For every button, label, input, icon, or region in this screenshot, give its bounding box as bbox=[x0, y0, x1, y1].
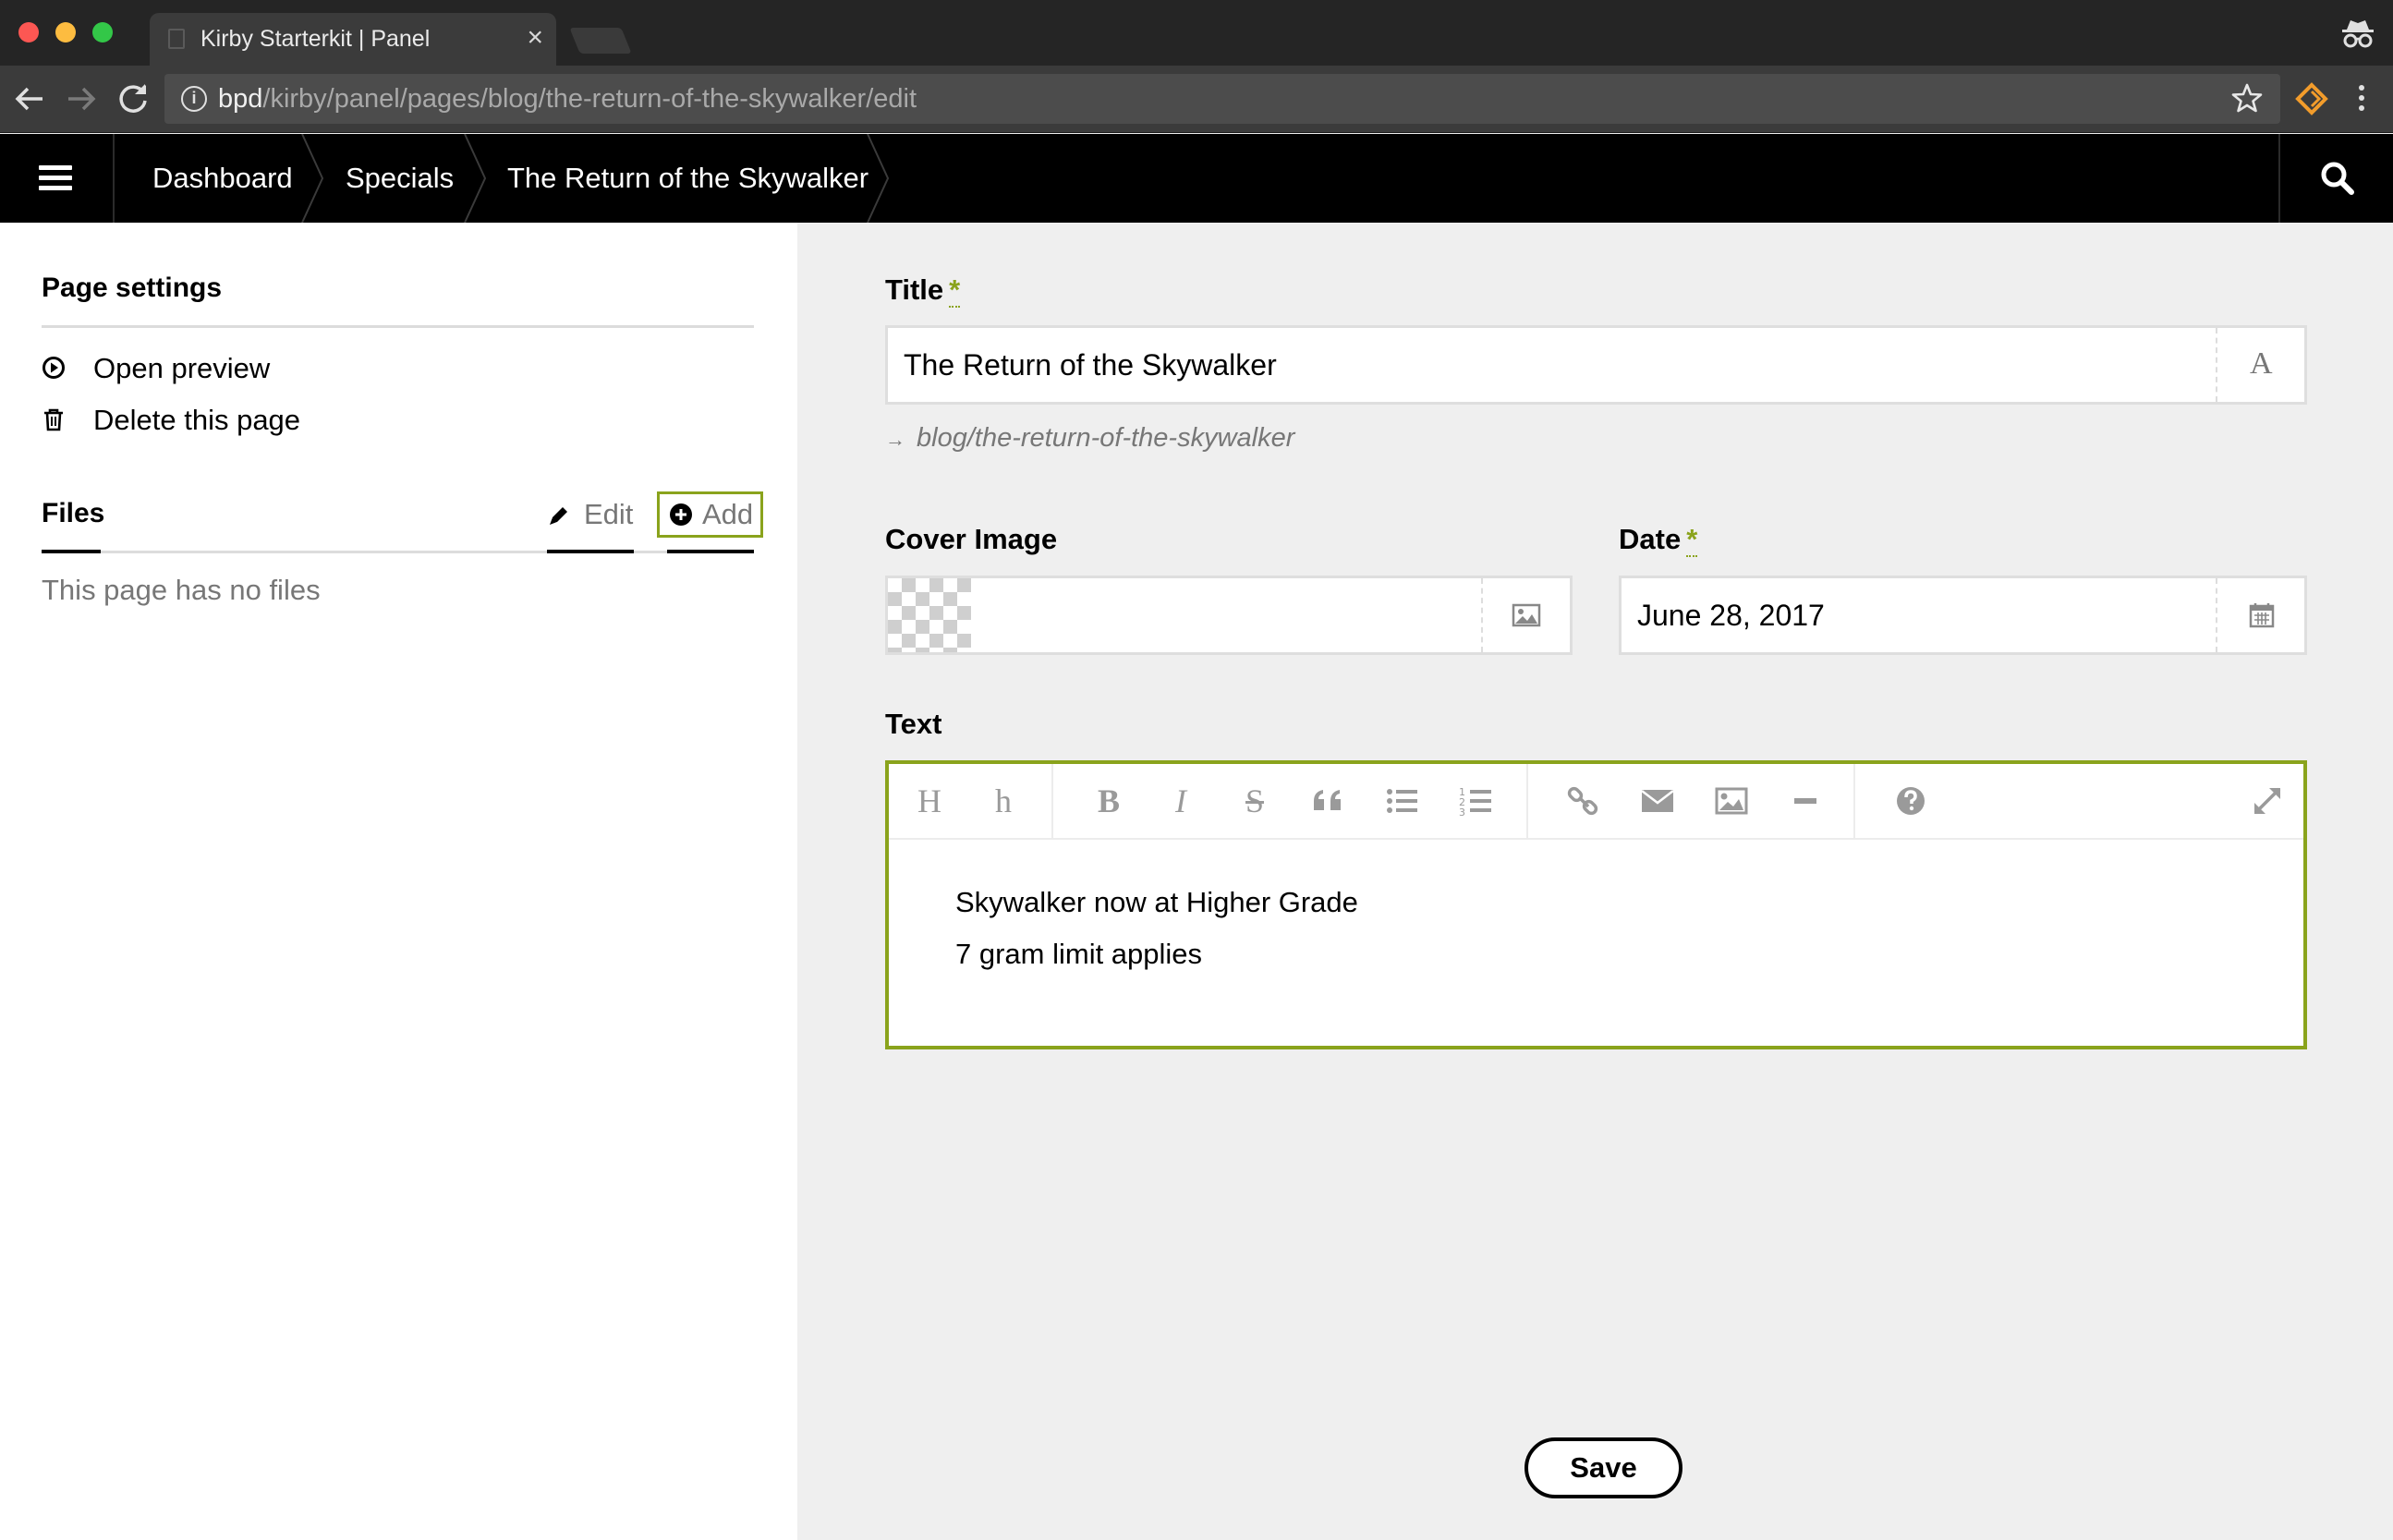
image-icon bbox=[1512, 603, 1541, 627]
breadcrumb-specials[interactable]: Specials bbox=[346, 134, 454, 223]
files-add-button[interactable]: Add bbox=[657, 491, 763, 538]
text-font-icon: A bbox=[2250, 346, 2273, 381]
toolbar-separator bbox=[1526, 764, 1528, 840]
files-tab-underline bbox=[42, 550, 101, 553]
bookmark-star-icon[interactable] bbox=[2230, 81, 2264, 115]
page-icon bbox=[168, 29, 185, 49]
toolbar-separator bbox=[1853, 764, 1855, 840]
files-edit-label: Edit bbox=[584, 498, 634, 530]
maximize-window-button[interactable] bbox=[92, 22, 113, 42]
files-edit-underline bbox=[547, 550, 634, 553]
url-text: bpd/kirby/panel/pages/blog/the-return-of… bbox=[218, 84, 917, 114]
horizontal-rule-icon[interactable] bbox=[1785, 781, 1826, 821]
reload-icon[interactable] bbox=[111, 77, 155, 121]
required-marker: * bbox=[1686, 523, 1698, 557]
fullscreen-icon[interactable] bbox=[2247, 781, 2288, 821]
files-heading: Files bbox=[42, 498, 105, 528]
breadcrumb-separator-icon bbox=[867, 134, 890, 223]
files-add-label: Add bbox=[702, 498, 754, 530]
date-addon[interactable] bbox=[2216, 578, 2304, 652]
image-icon[interactable] bbox=[1711, 781, 1752, 821]
panel-topbar: Dashboard Specials The Return of the Sky… bbox=[0, 134, 2393, 223]
title-input[interactable]: The Return of the Skywalker A bbox=[885, 325, 2307, 405]
breadcrumb-separator-icon bbox=[301, 134, 324, 223]
browser-tab[interactable]: Kirby Starterkit | Panel × bbox=[150, 13, 556, 66]
extension-icon[interactable] bbox=[2295, 82, 2328, 115]
svg-text:3: 3 bbox=[1459, 806, 1465, 819]
preview-icon bbox=[43, 357, 65, 379]
add-circle-icon bbox=[670, 503, 692, 526]
cover-image-addon bbox=[1481, 578, 1570, 652]
quote-icon[interactable] bbox=[1308, 781, 1349, 821]
search-icon bbox=[2321, 162, 2354, 195]
strikethrough-button[interactable]: S bbox=[1234, 781, 1275, 821]
editor-text-line: 7 gram limit applies bbox=[955, 938, 1203, 970]
page-settings-heading: Page settings bbox=[42, 273, 223, 303]
no-files-message: This page has no files bbox=[42, 574, 321, 606]
trash-icon bbox=[44, 408, 63, 431]
cover-image-label: Cover Image bbox=[885, 523, 1058, 555]
back-arrow-icon[interactable] bbox=[7, 77, 52, 121]
new-tab-button[interactable] bbox=[569, 28, 632, 54]
italic-button[interactable]: I bbox=[1160, 781, 1201, 821]
editor-toolbar: H h B I S 1 2 3 bbox=[889, 764, 2303, 840]
incognito-icon bbox=[2342, 20, 2374, 48]
link-icon[interactable] bbox=[1563, 781, 1604, 821]
heading-1-button[interactable]: H bbox=[909, 781, 950, 821]
close-window-button[interactable] bbox=[18, 22, 39, 42]
slug-link[interactable]: → blog/the-return-of-the-skywalker bbox=[885, 423, 1294, 454]
search-button[interactable] bbox=[2278, 134, 2393, 223]
text-editor[interactable]: H h B I S 1 2 3 Skywalker now at Higher … bbox=[885, 760, 2307, 1049]
address-bar[interactable]: i bpd/kirby/panel/pages/blog/the-return-… bbox=[164, 74, 2280, 124]
title-addon: A bbox=[2216, 328, 2304, 402]
forward-arrow-icon[interactable] bbox=[59, 77, 103, 121]
divider bbox=[42, 551, 754, 553]
required-marker: * bbox=[949, 273, 961, 308]
info-icon[interactable]: i bbox=[181, 86, 207, 112]
date-input[interactable]: June 28, 2017 bbox=[1619, 576, 2307, 655]
title-value: The Return of the Skywalker bbox=[904, 348, 1277, 382]
browser-tabstrip: Kirby Starterkit | Panel × bbox=[0, 0, 2393, 66]
divider bbox=[42, 325, 754, 328]
calendar-icon bbox=[2249, 603, 2275, 628]
browser-menu-icon[interactable] bbox=[2350, 80, 2373, 119]
date-label: Date * bbox=[1619, 523, 1698, 557]
save-button[interactable]: Save bbox=[1524, 1437, 1682, 1498]
pencil-icon bbox=[550, 507, 567, 525]
editor-text-line: Skywalker now at Higher Grade bbox=[955, 886, 1358, 918]
minimize-window-button[interactable] bbox=[55, 22, 76, 42]
hamburger-icon[interactable] bbox=[0, 134, 115, 223]
text-label: Text bbox=[885, 708, 942, 740]
toolbar-separator bbox=[1051, 764, 1053, 840]
bullet-list-icon[interactable] bbox=[1382, 781, 1423, 821]
tab-close-icon[interactable]: × bbox=[527, 22, 543, 54]
heading-2-button[interactable]: h bbox=[983, 781, 1024, 821]
tab-title: Kirby Starterkit | Panel bbox=[200, 26, 431, 52]
open-preview-label: Open preview bbox=[93, 352, 271, 384]
browser-toolbar: i bpd/kirby/panel/pages/blog/the-return-… bbox=[0, 66, 2393, 133]
help-icon[interactable] bbox=[1890, 781, 1931, 821]
email-icon[interactable] bbox=[1637, 781, 1678, 821]
title-label: Title * bbox=[885, 273, 961, 308]
numbered-list-icon[interactable]: 1 2 3 bbox=[1456, 781, 1497, 821]
sidebar: Page settings Open preview Delete this p… bbox=[0, 223, 797, 1540]
image-placeholder bbox=[888, 578, 971, 652]
cover-image-select[interactable] bbox=[885, 576, 1573, 655]
date-value: June 28, 2017 bbox=[1637, 599, 1825, 632]
breadcrumb-separator-icon bbox=[464, 134, 487, 223]
arrow-right-icon: → bbox=[885, 428, 905, 451]
breadcrumb-current-page[interactable]: The Return of the Skywalker bbox=[507, 134, 869, 223]
files-add-underline bbox=[667, 550, 754, 553]
breadcrumb-dashboard[interactable]: Dashboard bbox=[152, 134, 293, 223]
delete-page-label: Delete this page bbox=[93, 404, 301, 436]
bold-button[interactable]: B bbox=[1088, 781, 1129, 821]
